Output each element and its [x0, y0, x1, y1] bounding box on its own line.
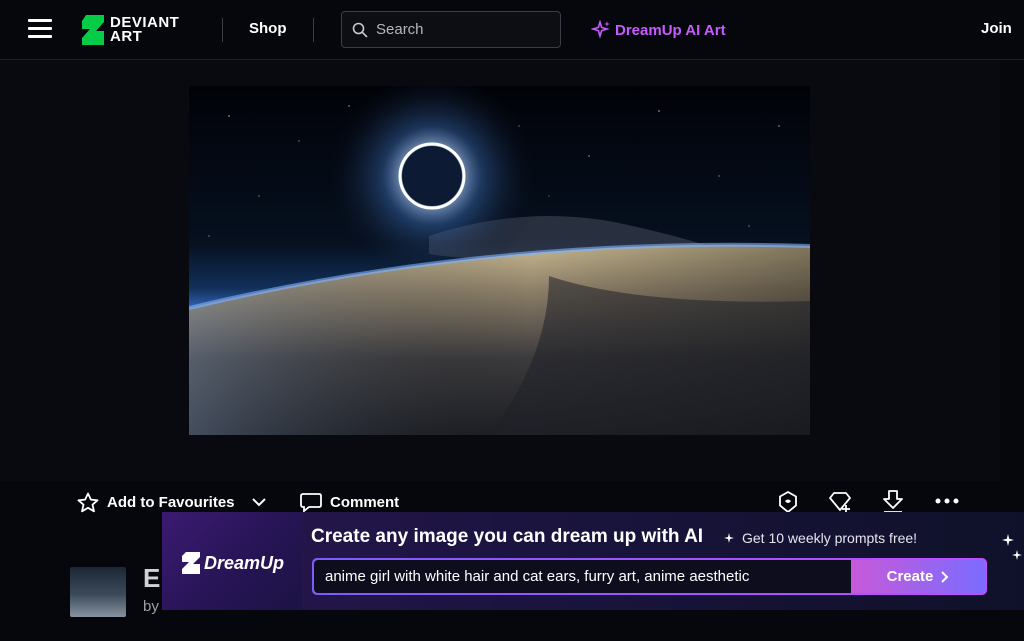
search-icon	[352, 22, 368, 38]
deviantart-logo-icon	[82, 15, 104, 45]
artwork-image[interactable]	[189, 86, 810, 435]
prompt-input[interactable]: anime girl with white hair and cat ears,…	[314, 560, 852, 593]
badge-icon[interactable]	[777, 490, 799, 514]
logo-text: DEVIANT ART	[110, 14, 180, 45]
deviation-byline: by	[143, 598, 159, 615]
comment-button[interactable]: Comment	[300, 492, 399, 513]
nav-divider	[222, 18, 223, 42]
dreamup-brand: DreamUp	[182, 552, 284, 574]
dreamup-brand-panel: DreamUp	[162, 512, 302, 610]
scrollbar[interactable]	[1000, 61, 1024, 481]
dreamup-promo-banner: DreamUp Create any image you can dream u…	[162, 512, 1024, 610]
create-button[interactable]: Create	[851, 560, 985, 593]
sparkle-icon	[1012, 550, 1022, 560]
download-icon[interactable]	[882, 490, 904, 514]
chevron-down-icon[interactable]	[251, 497, 267, 507]
dreamup-logo-icon	[182, 552, 200, 574]
favourite-label: Add to Favourites	[107, 494, 235, 511]
shop-link[interactable]: Shop	[249, 20, 287, 37]
sparkle-icon	[724, 533, 734, 543]
banner-headline: Create any image you can dream up with A…	[311, 526, 704, 547]
dreamup-ai-art-link[interactable]: DreamUp AI Art	[591, 20, 726, 40]
top-navigation-bar: DEVIANT ART Shop DreamUp AI Art Join	[0, 0, 1024, 60]
hamburger-menu-icon[interactable]	[28, 19, 52, 39]
deviation-title: E	[143, 563, 161, 593]
nav-divider	[313, 18, 314, 42]
sparkle-icon	[1002, 534, 1014, 546]
search-input[interactable]	[376, 21, 556, 38]
gift-gem-icon[interactable]	[829, 490, 853, 514]
star-icon	[77, 492, 99, 513]
search-box[interactable]	[341, 11, 561, 48]
comment-label: Comment	[330, 494, 400, 511]
comment-icon	[300, 493, 322, 513]
sparkle-icon	[591, 20, 610, 39]
eclipse-over-earth-image	[189, 86, 810, 435]
join-button[interactable]: Join	[981, 20, 1012, 37]
deviantart-logo[interactable]: DEVIANT ART	[82, 14, 179, 46]
chevron-right-icon	[941, 570, 949, 583]
add-to-favourites-button[interactable]: Add to Favourites	[77, 492, 235, 513]
more-options-icon[interactable]	[935, 498, 959, 504]
banner-subtext: Get 10 weekly prompts free!	[724, 530, 917, 546]
deviation-thumbnail[interactable]	[70, 567, 126, 617]
dreamup-label: DreamUp AI Art	[615, 21, 726, 39]
